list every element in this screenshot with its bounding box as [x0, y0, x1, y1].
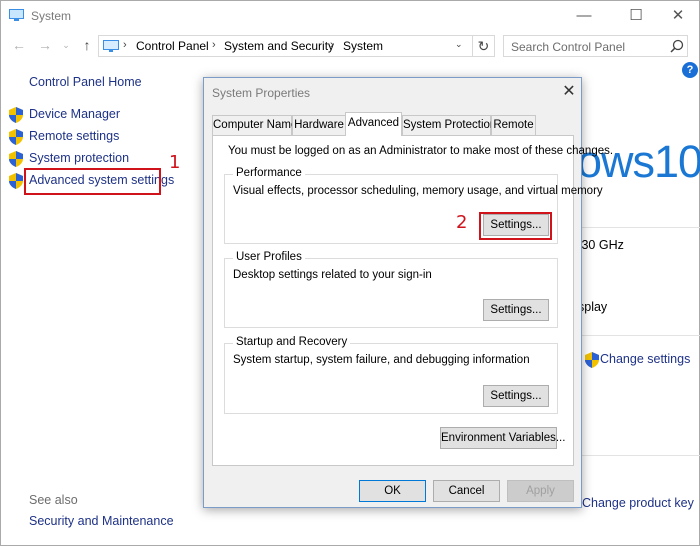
apply-button[interactable]: Apply: [507, 480, 574, 502]
uac-shield-icon: [585, 352, 599, 368]
see-also-heading: See also: [29, 493, 78, 507]
performance-title: Performance: [233, 167, 305, 179]
startup-recovery-description: System startup, system failure, and debu…: [233, 354, 530, 366]
system-computer-icon: [9, 9, 24, 21]
sidebar-item-label: Device Manager: [29, 107, 121, 121]
step-1-label: 1: [169, 152, 181, 173]
step-2-label: 2: [456, 212, 468, 233]
dialog-title: System Properties: [212, 86, 311, 100]
close-button[interactable]: ✕: [655, 5, 700, 27]
help-icon[interactable]: ?: [682, 62, 698, 78]
user-profiles-group: User Profiles Desktop settings related t…: [224, 251, 558, 328]
environment-variables-button[interactable]: Environment Variables...: [440, 427, 565, 449]
uac-shield-icon: [9, 107, 23, 123]
recent-locations-chevron-icon[interactable]: ⌄: [61, 37, 71, 53]
tab-hardware[interactable]: Hardware: [292, 115, 346, 135]
processor-speed-text: .30 GHz: [578, 238, 624, 252]
ok-button[interactable]: OK: [359, 480, 426, 502]
system-properties-dialog: System Properties ✕ Computer Name Hardwa…: [203, 77, 613, 508]
user-profiles-title: User Profiles: [233, 251, 305, 263]
refresh-icon[interactable]: ↻: [473, 35, 495, 57]
pen-touch-fragment: splay: [578, 300, 608, 314]
search-icon[interactable]: [670, 39, 684, 53]
startup-recovery-title: Startup and Recovery: [233, 336, 351, 348]
user-profiles-settings-button[interactable]: Settings...: [483, 299, 549, 321]
breadcrumb-system[interactable]: System: [343, 39, 383, 53]
sidebar-item-label: System protection: [29, 151, 130, 165]
uac-shield-icon: [9, 151, 23, 167]
section-divider: [578, 455, 700, 456]
tab-remote[interactable]: Remote: [491, 115, 536, 135]
uac-shield-icon: [9, 173, 23, 189]
breadcrumb-separator-icon: ›: [330, 39, 334, 51]
breadcrumb-control-panel[interactable]: Control Panel: [136, 39, 209, 53]
title-bar: System — ☐ ✕: [1, 1, 699, 31]
startup-recovery-settings-button[interactable]: Settings...: [483, 385, 549, 407]
search-placeholder: Search Control Panel: [511, 40, 626, 54]
startup-recovery-group: Startup and Recovery System startup, sys…: [224, 336, 558, 414]
tab-system-protection[interactable]: System Protection: [402, 115, 496, 135]
breadcrumb-system-and-security[interactable]: System and Security: [224, 39, 334, 53]
section-divider: [578, 227, 700, 228]
up-arrow-icon[interactable]: ↑: [79, 37, 95, 53]
search-input[interactable]: Search Control Panel: [503, 35, 688, 57]
performance-description: Visual effects, processor scheduling, me…: [233, 185, 603, 197]
back-arrow-icon[interactable]: ←: [11, 37, 27, 53]
tab-advanced[interactable]: Advanced: [345, 112, 402, 136]
navigation-bar: ← → ⌄ ↑ › Control Panel › System and Sec…: [1, 31, 699, 59]
tab-computer-name[interactable]: Computer Name: [212, 115, 297, 135]
breadcrumb-separator-icon: ›: [212, 39, 216, 51]
uac-shield-icon: [9, 129, 23, 145]
window-title: System: [31, 9, 72, 23]
cancel-button[interactable]: Cancel: [433, 480, 500, 502]
user-profiles-description: Desktop settings related to your sign-in: [233, 269, 432, 281]
forward-arrow-icon[interactable]: →: [37, 37, 53, 53]
control-panel-icon: [103, 40, 119, 52]
minimize-button[interactable]: —: [561, 5, 607, 27]
sidebar-item-label: Remote settings: [29, 129, 120, 143]
dialog-close-icon[interactable]: ✕: [557, 81, 581, 103]
admin-note: You must be logged on as an Administrato…: [228, 145, 614, 157]
address-bar[interactable]: › Control Panel › System and Security › …: [98, 35, 473, 57]
step-1-highlight: [24, 168, 161, 195]
change-settings-label: Change settings: [600, 352, 691, 366]
breadcrumb-separator-icon: ›: [123, 39, 127, 51]
control-panel-home-link[interactable]: Control Panel Home: [29, 75, 142, 89]
change-product-key-link[interactable]: Change product key: [582, 496, 694, 510]
step-2-highlight: [479, 212, 552, 240]
section-divider: [578, 335, 700, 336]
system-window: System — ☐ ✕ ← → ⌄ ↑ › Control Panel › S…: [0, 0, 700, 546]
windows-10-logo: ows10: [577, 136, 700, 187]
maximize-button[interactable]: ☐: [613, 5, 659, 27]
security-and-maintenance-link[interactable]: Security and Maintenance: [29, 514, 174, 528]
address-dropdown-chevron-icon[interactable]: ⌄: [455, 39, 463, 50]
